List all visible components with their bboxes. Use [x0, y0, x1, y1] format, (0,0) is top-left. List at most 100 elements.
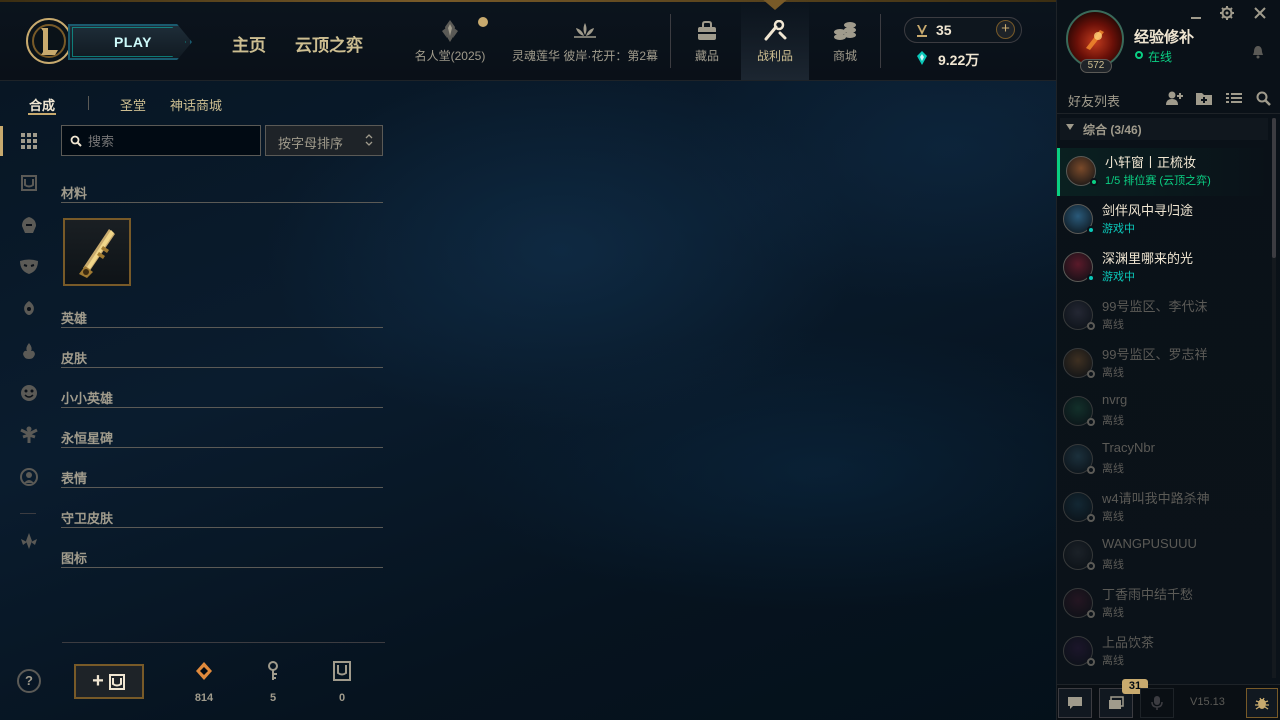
notification-bell-icon[interactable]	[1252, 45, 1264, 64]
craft-chest-button[interactable]: +	[74, 664, 144, 699]
friend-list-item[interactable]: w4请叫我中路杀神 离线	[1057, 484, 1269, 532]
profile-icon-art	[1086, 30, 1104, 50]
store-coins-icon	[834, 22, 856, 40]
minimize-icon[interactable]	[1188, 6, 1204, 25]
tab-sanctum[interactable]: 圣堂	[120, 95, 146, 114]
add-friend-icon[interactable]	[1165, 90, 1183, 106]
tab-crafting[interactable]: 合成	[29, 95, 55, 114]
category-label: 小小英雄	[61, 391, 114, 406]
hall-of-legends-icon	[442, 20, 458, 42]
nav-collection-label: 藏品	[694, 49, 719, 63]
sort-arrows-icon	[365, 134, 373, 146]
chest-icon	[108, 673, 125, 690]
friend-status: 离线	[1102, 319, 1124, 331]
lotus-event-icon	[574, 23, 596, 38]
friends-list-title: 好友列表	[1068, 94, 1121, 109]
bug-report-button[interactable]	[1246, 688, 1278, 718]
friend-list-item[interactable]: 小轩窗丨正梳妆 1/5 排位赛 (云顶之弈)	[1057, 148, 1269, 196]
filter-emote-icon[interactable]	[18, 382, 40, 404]
friend-name: 小轩窗丨正梳妆	[1105, 155, 1197, 170]
category-skins[interactable]: 皮肤	[61, 346, 383, 368]
friend-status-dot	[1087, 514, 1095, 522]
profile-status[interactable]: 在线	[1148, 48, 1172, 65]
add-folder-icon[interactable]	[1195, 90, 1213, 106]
friend-list-item[interactable]: 99号监区、李代沫 离线	[1057, 292, 1269, 340]
profile-name[interactable]: 经验修补	[1134, 26, 1194, 47]
tab-divider	[88, 96, 89, 110]
orange-essence-icon	[196, 662, 212, 680]
league-logo-icon[interactable]	[24, 16, 74, 66]
nav-collection[interactable]: 藏品	[678, 0, 736, 80]
nav-home[interactable]: 主页	[232, 31, 266, 56]
voice-button[interactable]	[1140, 688, 1174, 718]
client-version: V15.13	[1190, 696, 1225, 708]
filter-tft-icon[interactable]	[18, 530, 40, 552]
category-little-legends[interactable]: 小小英雄	[61, 386, 383, 408]
friend-status-dot	[1087, 226, 1095, 234]
loot-item-hextech-key[interactable]	[63, 218, 131, 286]
friend-status: 离线	[1102, 607, 1124, 619]
filter-champion-icon[interactable]	[18, 214, 40, 236]
close-icon[interactable]	[1252, 6, 1268, 24]
tab-mythic-shop[interactable]: 神话商城	[170, 95, 222, 114]
filter-skin-icon[interactable]	[18, 256, 40, 278]
friend-list-item[interactable]: 丁香雨中结千愁 离线	[1057, 580, 1269, 628]
friend-name: 剑伴风中寻归途	[1102, 203, 1194, 218]
chat-button[interactable]	[1058, 688, 1092, 718]
nav-loot[interactable]: 战利品	[741, 0, 809, 80]
friend-list-item[interactable]: nvrg 离线	[1057, 388, 1269, 436]
friend-status-dot	[1087, 466, 1095, 474]
settings-gear-icon[interactable]	[1219, 6, 1235, 25]
sort-dropdown[interactable]: 按字母排序	[265, 125, 383, 156]
list-view-icon[interactable]	[1225, 90, 1243, 106]
collection-bag-icon	[698, 21, 716, 40]
category-materials[interactable]: 材料	[61, 181, 383, 203]
chevron-down-icon	[1066, 124, 1074, 130]
friend-list-item[interactable]: 剑伴风中寻归途 游戏中	[1057, 196, 1269, 244]
friend-name: 深渊里哪来的光	[1102, 251, 1194, 266]
play-button[interactable]: PLAY	[68, 24, 192, 60]
category-icons[interactable]: 图标	[61, 546, 383, 568]
friend-status-dot	[1087, 562, 1095, 570]
friend-status-dot	[1090, 178, 1098, 186]
friend-name: 99号监区、李代沫	[1102, 299, 1208, 314]
friend-list-item[interactable]: 上品饮茶 离线	[1057, 628, 1269, 676]
search-icon[interactable]	[1255, 90, 1273, 106]
category-champions[interactable]: 英雄	[61, 306, 383, 328]
nav-event[interactable]: 灵魂莲华 彼岸·花开：第2幕	[506, 0, 664, 80]
key-icon	[268, 661, 278, 680]
notification-dot	[478, 17, 488, 27]
friend-list-item[interactable]: TracyNbr 离线	[1057, 436, 1269, 484]
nav-hall-of-legends[interactable]: 名人堂(2025)	[408, 0, 492, 80]
friend-list-item[interactable]: 深渊里哪来的光 游戏中	[1057, 244, 1269, 292]
friend-status-dot	[1087, 370, 1095, 378]
filter-all-icon[interactable]	[18, 130, 40, 152]
filter-little-legend-icon[interactable]	[18, 424, 40, 446]
rp-amount: 35	[936, 22, 952, 38]
key-stat: 5	[253, 660, 293, 704]
friends-scrollbar-thumb[interactable]	[1272, 118, 1276, 258]
friend-status: 离线	[1102, 463, 1124, 475]
category-label: 图标	[61, 551, 88, 566]
loot-search-box	[61, 125, 261, 156]
category-ward-skins[interactable]: 守卫皮肤	[61, 506, 383, 528]
loot-search-input[interactable]	[88, 132, 254, 150]
help-button[interactable]: ?	[17, 669, 41, 693]
friend-name: w4请叫我中路杀神	[1102, 491, 1210, 506]
nav-loot-label: 战利品	[756, 49, 793, 63]
friend-list-item[interactable]: 99号监区、罗志祥 离线	[1057, 340, 1269, 388]
nav-tft[interactable]: 云顶之弈	[295, 31, 363, 56]
nav-store[interactable]: 商城	[815, 0, 875, 80]
filter-chest-icon[interactable]	[18, 172, 40, 194]
hextech-key-icon	[79, 229, 115, 278]
buy-rp-button[interactable]: +	[996, 20, 1015, 39]
blue-essence-icon	[917, 51, 927, 65]
filter-divider	[20, 513, 36, 514]
friend-group-label: 综合 (3/46)	[1083, 123, 1142, 137]
filter-eternals-icon[interactable]	[18, 340, 40, 362]
friend-list-item[interactable]: WANGPUSUUU 离线	[1057, 532, 1269, 580]
category-eternals[interactable]: 永恒星碑	[61, 426, 383, 448]
filter-ward-icon[interactable]	[18, 298, 40, 320]
filter-profile-icon[interactable]	[18, 466, 40, 488]
category-emotes[interactable]: 表情	[61, 466, 383, 488]
